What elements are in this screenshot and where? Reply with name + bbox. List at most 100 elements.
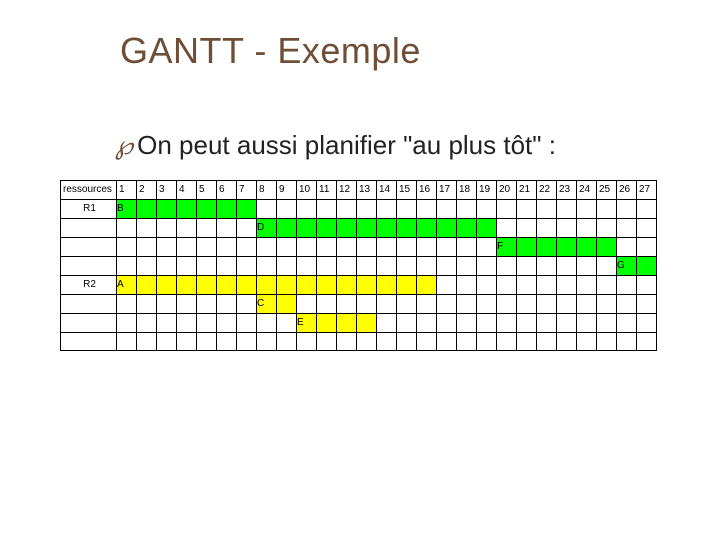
empty-cell (577, 200, 597, 219)
bar-cell (177, 200, 197, 219)
empty-cell (597, 314, 617, 333)
time-column-header: 18 (457, 181, 477, 200)
empty-cell (457, 276, 477, 295)
empty-cell (337, 295, 357, 314)
empty-cell (357, 257, 377, 276)
empty-cell (637, 200, 657, 219)
empty-cell (437, 200, 457, 219)
bar-cell (137, 276, 157, 295)
empty-cell (637, 219, 657, 238)
bullet-icon: ℘ (115, 131, 133, 160)
empty-cell (477, 276, 497, 295)
time-column-header: 21 (517, 181, 537, 200)
empty-cell (537, 276, 557, 295)
empty-cell (297, 295, 317, 314)
bar-cell (337, 276, 357, 295)
time-column-header: 19 (477, 181, 497, 200)
empty-cell (457, 200, 477, 219)
empty-cell (597, 219, 617, 238)
empty-cell (197, 333, 217, 351)
time-column-header: 14 (377, 181, 397, 200)
time-column-header: 26 (617, 181, 637, 200)
empty-cell (277, 257, 297, 276)
time-column-header: 3 (157, 181, 177, 200)
time-column-header: 5 (197, 181, 217, 200)
time-column-header: 27 (637, 181, 657, 200)
empty-cell (377, 295, 397, 314)
time-column-header: 1 (117, 181, 137, 200)
bar-cell (457, 219, 477, 238)
empty-cell (617, 200, 637, 219)
empty-cell (597, 200, 617, 219)
empty-cell (437, 257, 457, 276)
empty-cell (497, 257, 517, 276)
empty-cell (137, 333, 157, 351)
resource-label-empty (61, 219, 117, 238)
bar-cell (237, 276, 257, 295)
empty-cell (217, 257, 237, 276)
empty-cell (517, 295, 537, 314)
bar-cell (337, 314, 357, 333)
empty-cell (337, 238, 357, 257)
empty-cell (377, 333, 397, 351)
empty-cell (477, 238, 497, 257)
empty-cell (197, 257, 217, 276)
empty-cell (537, 314, 557, 333)
empty-cell (637, 295, 657, 314)
empty-cell (117, 219, 137, 238)
bar-cell (277, 295, 297, 314)
empty-cell (457, 314, 477, 333)
empty-cell (237, 238, 257, 257)
bar-cell (537, 238, 557, 257)
empty-cell (437, 314, 457, 333)
empty-cell (477, 200, 497, 219)
empty-cell (237, 295, 257, 314)
empty-cell (277, 238, 297, 257)
empty-cell (517, 257, 537, 276)
empty-cell (557, 219, 577, 238)
empty-cell (617, 219, 637, 238)
empty-cell (177, 238, 197, 257)
empty-cell (357, 295, 377, 314)
empty-cell (117, 314, 137, 333)
time-column-header: 23 (557, 181, 577, 200)
empty-cell (337, 257, 357, 276)
empty-cell (557, 333, 577, 351)
empty-cell (357, 333, 377, 351)
empty-cell (497, 200, 517, 219)
empty-cell (317, 200, 337, 219)
empty-cell (457, 238, 477, 257)
empty-cell (497, 333, 517, 351)
empty-cell (117, 238, 137, 257)
empty-cell (417, 238, 437, 257)
time-column-header: 2 (137, 181, 157, 200)
bar-cell (257, 276, 277, 295)
empty-cell (537, 219, 557, 238)
time-column-header: 4 (177, 181, 197, 200)
bar-cell: D (257, 219, 277, 238)
bar-cell: F (497, 238, 517, 257)
empty-cell (417, 333, 437, 351)
empty-cell (137, 219, 157, 238)
empty-cell (597, 276, 617, 295)
time-column-header: 6 (217, 181, 237, 200)
time-column-header: 12 (337, 181, 357, 200)
empty-cell (437, 238, 457, 257)
time-column-header: 15 (397, 181, 417, 200)
empty-cell (177, 333, 197, 351)
empty-cell (597, 295, 617, 314)
empty-cell (557, 314, 577, 333)
empty-cell (377, 257, 397, 276)
empty-cell (477, 333, 497, 351)
empty-cell (457, 333, 477, 351)
empty-cell (517, 314, 537, 333)
empty-cell (297, 200, 317, 219)
bar-cell (197, 276, 217, 295)
time-column-header: 9 (277, 181, 297, 200)
empty-cell (417, 200, 437, 219)
empty-cell (417, 295, 437, 314)
time-column-header: 17 (437, 181, 457, 200)
empty-cell (637, 238, 657, 257)
gantt-grid: ressources123456789101112131415161718192… (60, 180, 657, 351)
empty-cell (557, 200, 577, 219)
